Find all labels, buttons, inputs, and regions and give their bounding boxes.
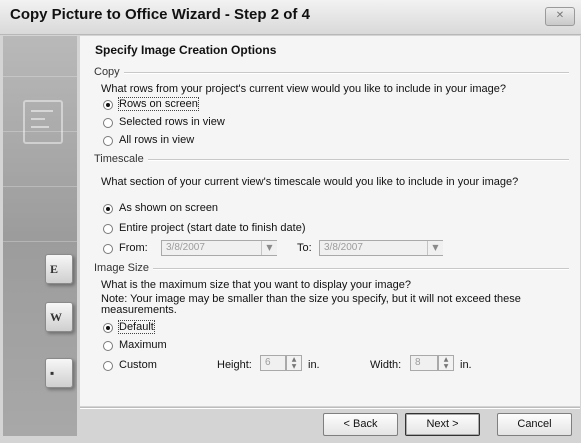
from-label[interactable]: From: bbox=[119, 242, 148, 254]
image-size-note-cont: measurements. bbox=[101, 304, 177, 316]
height-field[interactable]: 6 bbox=[260, 355, 286, 371]
timescale-question: What section of your current view's time… bbox=[101, 176, 519, 188]
option-as-shown[interactable]: As shown on screen bbox=[119, 202, 218, 214]
radio-as-shown[interactable] bbox=[103, 204, 113, 214]
page-title: Specify Image Creation Options bbox=[95, 43, 277, 57]
project-icon bbox=[23, 100, 63, 144]
radio-from[interactable] bbox=[103, 244, 113, 254]
height-value: 6 bbox=[265, 357, 271, 368]
next-button[interactable]: Next > bbox=[405, 413, 480, 436]
to-dropdown-icon[interactable]: ▼ bbox=[427, 241, 443, 255]
width-label: Width: bbox=[370, 359, 402, 371]
word-icon: W bbox=[45, 302, 73, 332]
radio-all-rows[interactable] bbox=[103, 136, 113, 146]
radio-maximum[interactable] bbox=[103, 341, 113, 351]
from-date-value: 3/8/2007 bbox=[166, 242, 205, 253]
radio-custom[interactable] bbox=[103, 361, 113, 371]
close-icon[interactable]: ✕ bbox=[545, 7, 575, 26]
cancel-button[interactable]: Cancel bbox=[497, 413, 572, 436]
width-unit: in. bbox=[460, 359, 472, 371]
copy-group-label: Copy bbox=[94, 66, 120, 78]
radio-selected-rows[interactable] bbox=[103, 118, 113, 128]
back-button[interactable]: < Back bbox=[323, 413, 398, 436]
to-date-value: 3/8/2007 bbox=[324, 242, 363, 253]
timescale-group-line bbox=[148, 159, 569, 161]
radio-default[interactable] bbox=[103, 323, 113, 333]
visio-icon: ▪ bbox=[45, 358, 73, 388]
from-date-field[interactable]: 3/8/2007 bbox=[161, 240, 277, 256]
height-unit: in. bbox=[308, 359, 320, 371]
image-size-group-label: Image Size bbox=[94, 262, 150, 274]
option-rows-on-screen[interactable]: Rows on screen bbox=[118, 97, 199, 111]
to-date-field[interactable]: 3/8/2007 bbox=[319, 240, 443, 256]
to-label: To: bbox=[297, 242, 312, 254]
image-size-question: What is the maximum size that you want t… bbox=[101, 279, 411, 291]
spin-down-icon[interactable]: ▼ bbox=[439, 363, 453, 371]
option-maximum[interactable]: Maximum bbox=[119, 339, 167, 351]
radio-entire-project[interactable] bbox=[103, 224, 113, 234]
height-label: Height: bbox=[217, 359, 252, 371]
height-spinner[interactable]: ▲ ▼ bbox=[286, 355, 302, 371]
window-title: Copy Picture to Office Wizard - Step 2 o… bbox=[10, 6, 310, 23]
option-default[interactable]: Default bbox=[118, 320, 155, 334]
width-spinner[interactable]: ▲ ▼ bbox=[438, 355, 454, 371]
button-divider bbox=[80, 407, 580, 409]
width-field[interactable]: 8 bbox=[410, 355, 438, 371]
wizard-banner: E W ▪ bbox=[3, 36, 77, 436]
option-entire-project[interactable]: Entire project (start date to finish dat… bbox=[119, 222, 305, 234]
width-value: 8 bbox=[415, 357, 421, 368]
radio-rows-on-screen[interactable] bbox=[103, 100, 113, 110]
option-custom[interactable]: Custom bbox=[119, 359, 157, 371]
excel-icon: E bbox=[45, 254, 73, 284]
copy-group-line bbox=[124, 72, 569, 74]
from-dropdown-icon[interactable]: ▼ bbox=[261, 241, 277, 255]
spin-down-icon[interactable]: ▼ bbox=[287, 363, 301, 371]
timescale-group-label: Timescale bbox=[94, 153, 144, 165]
copy-question: What rows from your project's current vi… bbox=[101, 83, 506, 95]
option-all-rows[interactable]: All rows in view bbox=[119, 134, 194, 146]
option-selected-rows[interactable]: Selected rows in view bbox=[119, 116, 225, 128]
image-size-group-line bbox=[153, 268, 569, 270]
